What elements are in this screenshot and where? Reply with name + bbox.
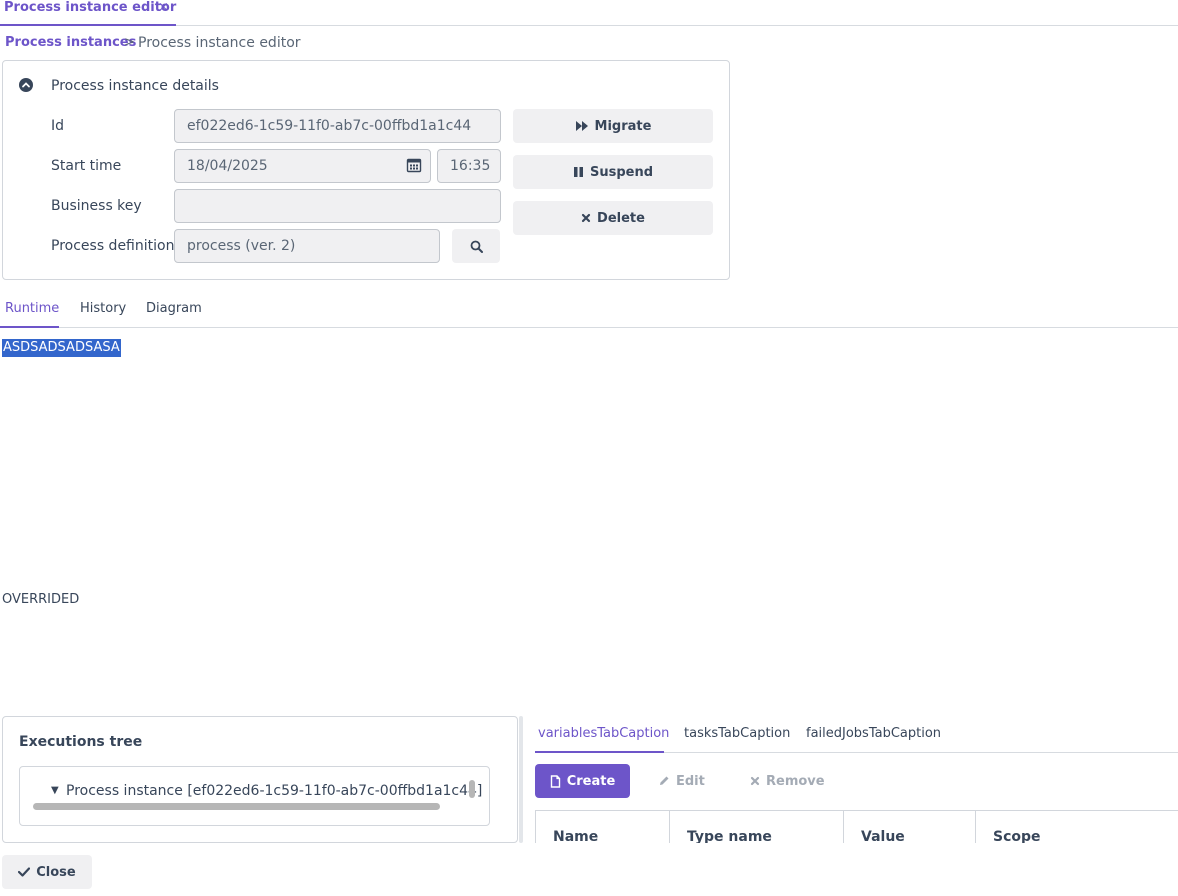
business-key-field[interactable] bbox=[174, 189, 501, 223]
start-time-field[interactable]: 16:35 bbox=[437, 149, 501, 183]
tab-runtime[interactable]: Runtime bbox=[0, 296, 59, 328]
top-tabbar bbox=[0, 0, 1178, 26]
remove-label: Remove bbox=[766, 773, 825, 789]
suspend-label: Suspend bbox=[589, 164, 654, 180]
remove-button[interactable]: Remove bbox=[750, 764, 830, 798]
tab-label[interactable]: Process instance editor bbox=[4, 0, 176, 16]
vertical-scrollbar[interactable] bbox=[469, 780, 475, 798]
horizontal-scrollbar[interactable] bbox=[33, 803, 440, 810]
check-icon bbox=[18, 867, 31, 877]
migrate-button[interactable]: Migrate bbox=[513, 109, 713, 143]
tree-item[interactable]: Process instance [ef022ed6-1c59-11f0-ab7… bbox=[66, 781, 482, 801]
suspend-button[interactable]: Suspend bbox=[513, 155, 713, 189]
calendar-icon[interactable] bbox=[406, 157, 422, 173]
column-header-name[interactable]: Name bbox=[536, 811, 670, 843]
create-label: Create bbox=[566, 773, 616, 789]
start-time-label: Start time bbox=[51, 158, 122, 174]
id-label: Id bbox=[51, 118, 65, 134]
close-label: Close bbox=[36, 864, 76, 880]
edit-button[interactable]: Edit bbox=[658, 764, 718, 798]
file-icon bbox=[550, 774, 560, 788]
column-header-scope[interactable]: Scope bbox=[976, 811, 1178, 843]
overrided-text: OVERRIDED bbox=[2, 592, 80, 607]
delete-label: Delete bbox=[597, 210, 645, 226]
migrate-label: Migrate bbox=[594, 118, 652, 134]
pause-icon bbox=[573, 167, 583, 177]
close-tab-icon[interactable]: × bbox=[158, 0, 169, 16]
caret-down-icon[interactable]: ▼ bbox=[51, 785, 59, 796]
column-header-type-name[interactable]: Type name bbox=[670, 811, 844, 843]
breadcrumb-separator: > bbox=[124, 35, 135, 50]
close-icon bbox=[750, 776, 760, 786]
create-button[interactable]: Create bbox=[535, 764, 630, 798]
tab-variables[interactable]: variablesTabCaption bbox=[535, 721, 669, 753]
tab-diagram[interactable]: Diagram bbox=[146, 296, 202, 322]
id-field[interactable]: ef022ed6-1c59-11f0-ab7c-00ffbd1a1c44 bbox=[174, 109, 501, 143]
breadcrumb-current: Process instance editor bbox=[138, 35, 301, 51]
process-definition-field[interactable]: process (ver. 2) bbox=[174, 229, 440, 263]
tab-tasks[interactable]: tasksTabCaption bbox=[684, 721, 790, 747]
edit-label: Edit bbox=[676, 773, 705, 789]
close-icon bbox=[581, 213, 591, 223]
split-panel-handle[interactable] bbox=[519, 716, 523, 843]
executions-tree-title: Executions tree bbox=[19, 734, 143, 750]
delete-button[interactable]: Delete bbox=[513, 201, 713, 235]
tab-failed-jobs[interactable]: failedJobsTabCaption bbox=[806, 721, 941, 747]
pencil-icon bbox=[660, 776, 669, 785]
fast-forward-icon bbox=[575, 121, 588, 131]
chevron-up-icon[interactable] bbox=[19, 78, 33, 92]
tab-history[interactable]: History bbox=[80, 296, 126, 322]
column-header-value[interactable]: Value bbox=[844, 811, 976, 843]
details-title: Process instance details bbox=[51, 78, 219, 94]
selected-text: ASDSADSADSASA bbox=[2, 339, 121, 357]
process-definition-label: Process definition bbox=[51, 238, 175, 254]
variables-grid: Name Type name Value Scope bbox=[535, 810, 1178, 843]
business-key-label: Business key bbox=[51, 198, 142, 214]
search-icon bbox=[470, 240, 483, 253]
close-button[interactable]: Close bbox=[2, 855, 92, 889]
start-date-field[interactable]: 18/04/2025 bbox=[174, 149, 431, 183]
breadcrumb-process-instances-link[interactable]: Process instances bbox=[5, 34, 136, 52]
process-definition-lookup-button[interactable] bbox=[452, 229, 500, 263]
